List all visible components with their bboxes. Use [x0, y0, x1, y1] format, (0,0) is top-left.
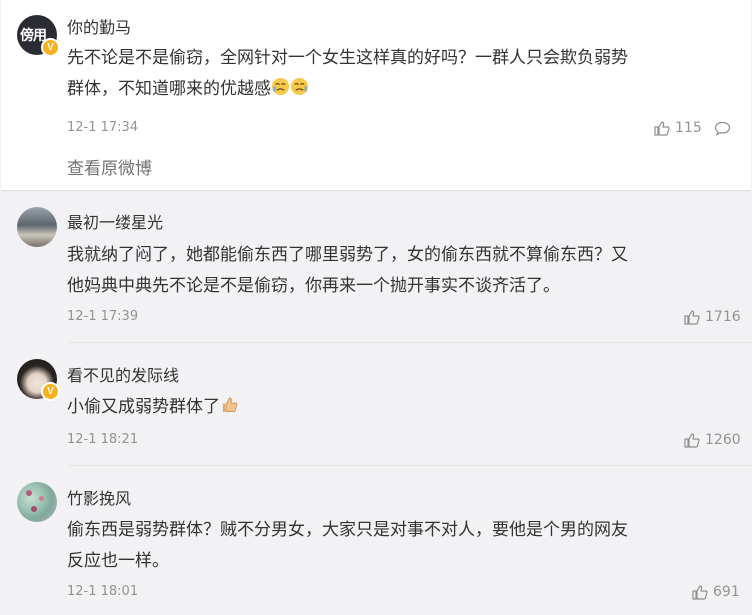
comment-icon[interactable] — [714, 121, 731, 136]
username[interactable]: 最初一缕星光 — [67, 209, 163, 233]
verified-badge-icon: V — [41, 38, 60, 57]
avatar[interactable]: V — [17, 359, 60, 401]
like-icon — [692, 584, 708, 600]
like-count: 1260 — [705, 432, 741, 448]
avatar[interactable]: 傍用 V — [17, 15, 60, 57]
username[interactable]: 看不见的发际线 — [67, 362, 179, 386]
like-icon — [654, 120, 670, 136]
like-button[interactable]: 115 — [654, 120, 702, 136]
view-original-weibo-link[interactable]: 查看原微博 — [67, 154, 152, 179]
comment-text: 小偷又成弱势群体了 — [67, 392, 737, 423]
like-button[interactable]: 1716 — [684, 309, 741, 325]
crying-face-emoji — [290, 77, 309, 96]
divider — [67, 465, 752, 466]
like-count: 691 — [713, 584, 740, 600]
avatar[interactable] — [17, 482, 57, 522]
comment-text: 先不论是不是偷窃，全网针对一个女生这样真的好吗？一群人只会欺负弱势 群体，不知道… — [67, 48, 628, 99]
divider — [67, 342, 752, 343]
comment-text: 偷东西是弱势群体？贼不分男女，大家只是对事不对人，要他是个男的网友 反应也一样。 — [67, 520, 628, 571]
verified-badge-icon: V — [41, 382, 60, 401]
crying-face-emoji — [271, 77, 290, 96]
like-count: 115 — [675, 120, 702, 136]
thumbs-up-emoji — [222, 397, 238, 413]
like-icon — [684, 432, 700, 448]
like-button[interactable]: 691 — [692, 584, 740, 600]
username[interactable]: 你的勤马 — [67, 14, 131, 38]
avatar[interactable] — [17, 207, 57, 247]
timestamp: 12-1 17:39 — [67, 309, 139, 324]
timestamp: 12-1 18:01 — [67, 584, 139, 599]
comment-text: 我就纳了闷了，她都能偷东西了哪里弱势了，女的偷东西就不算偷东西？又 他妈典中典先… — [67, 245, 628, 296]
timestamp: 12-1 17:34 — [67, 120, 139, 135]
timestamp: 12-1 18:21 — [67, 432, 139, 447]
like-button[interactable]: 1260 — [684, 432, 741, 448]
like-icon — [684, 309, 700, 325]
like-count: 1716 — [705, 309, 741, 325]
username[interactable]: 竹影挽风 — [67, 485, 131, 509]
